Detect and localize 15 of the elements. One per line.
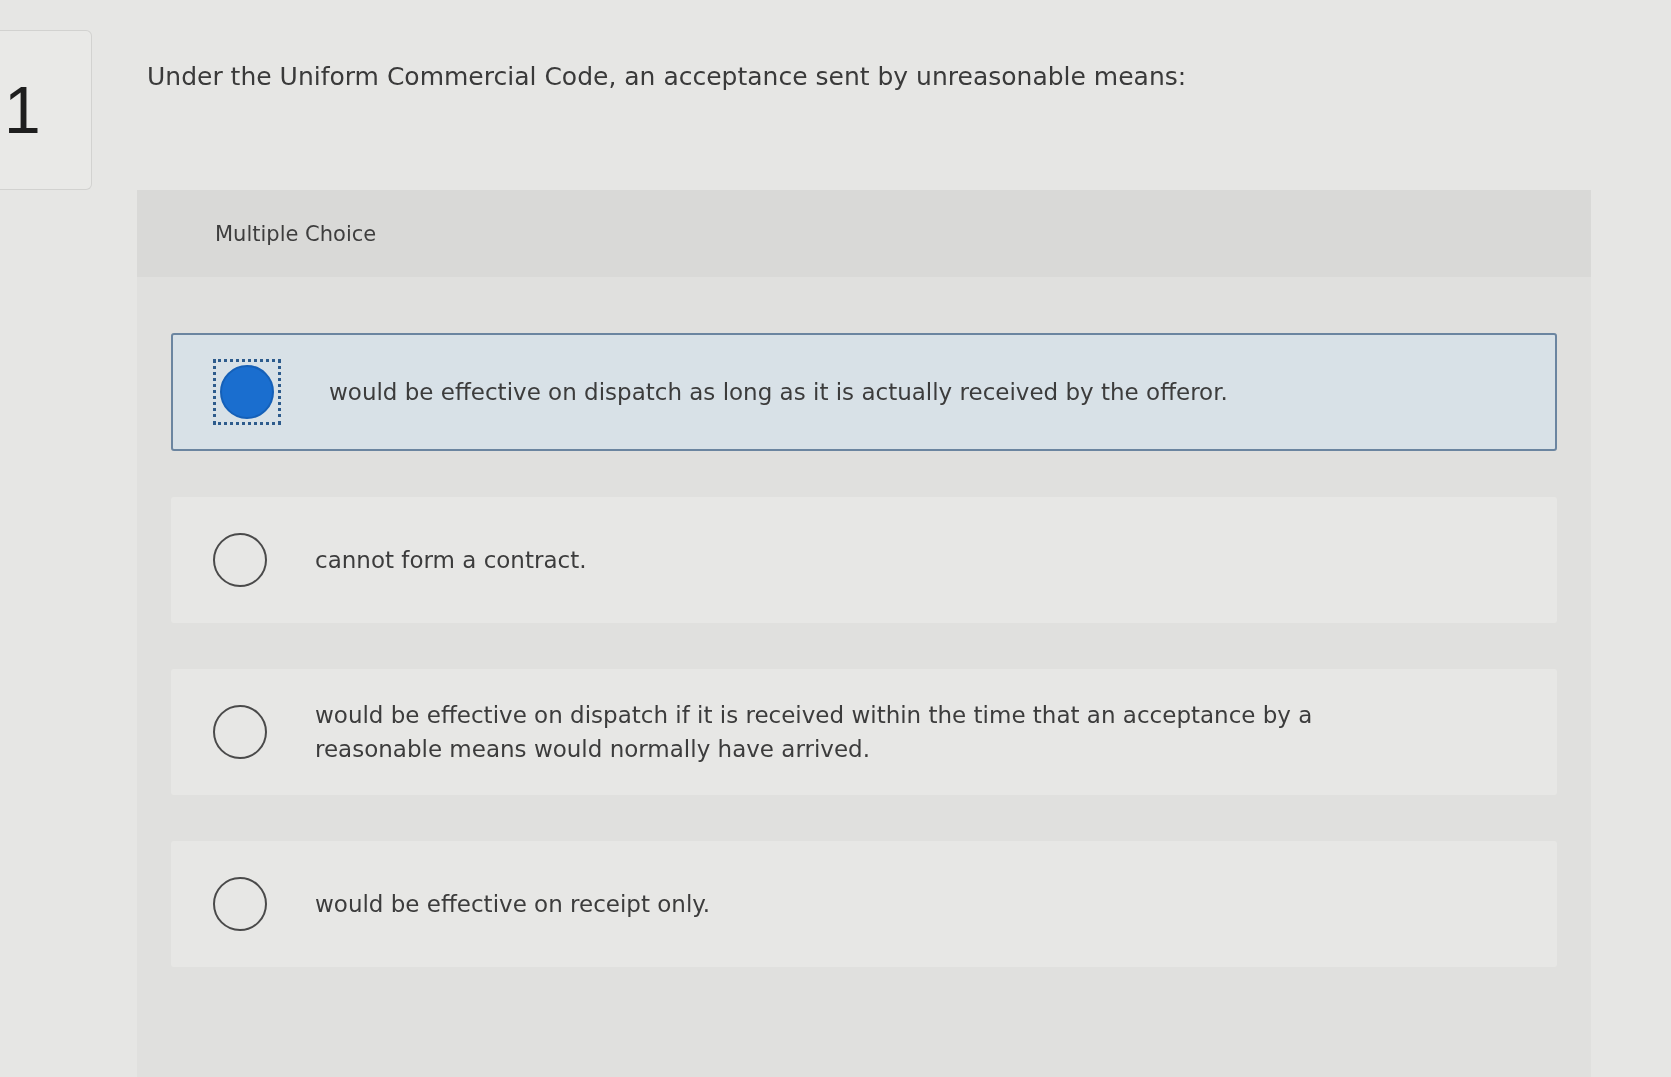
- question-text: Under the Uniform Commercial Code, an acceptance sent by unreasonable means:: [146, 61, 1188, 93]
- radio-button[interactable]: [213, 877, 267, 931]
- option-text: would be effective on dispatch if it is received within the time that an acceptance by a reasonable means would normally have arrived.: [315, 701, 1314, 764]
- question-number: 1: [4, 72, 41, 148]
- radio-button[interactable]: [213, 705, 267, 759]
- radio-button[interactable]: [213, 533, 267, 587]
- answer-option[interactable]: would be effective on receipt only.: [171, 841, 1557, 967]
- answer-option[interactable]: would be effective on dispatch as long as it is actually received by the offeror.: [171, 333, 1557, 451]
- option-text: cannot form a contract.: [315, 546, 587, 575]
- question-type-label: Multiple Choice: [215, 221, 377, 246]
- answer-option[interactable]: would be effective on dispatch if it is received within the time that an acceptance by a reasonable means would normally have arrived.: [171, 669, 1557, 795]
- radio-button[interactable]: [220, 365, 274, 419]
- answer-option[interactable]: cannot form a contract.: [171, 497, 1557, 623]
- option-text: would be effective on receipt only.: [315, 890, 710, 919]
- option-text: would be effective on dispatch as long as it is actually received by the offeror.: [329, 378, 1228, 407]
